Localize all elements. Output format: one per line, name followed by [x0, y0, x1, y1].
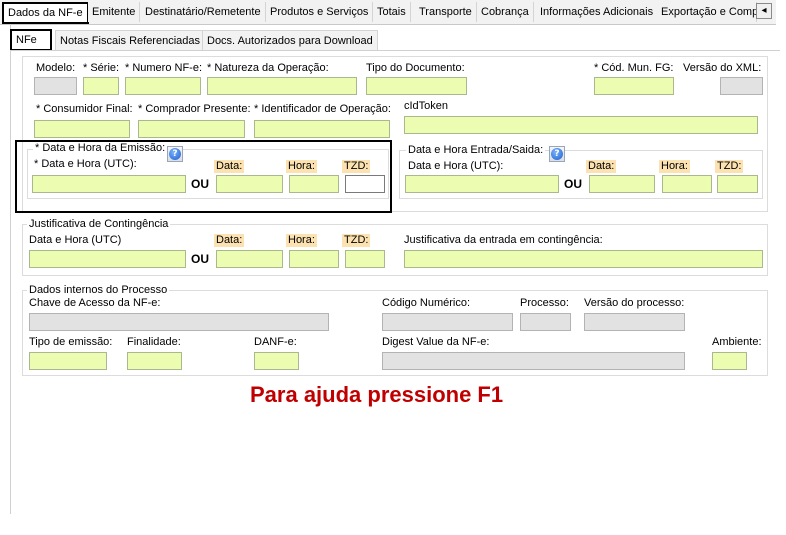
- contingencia-hora-label: Hora:: [286, 234, 317, 247]
- cid-token-field[interactable]: [404, 116, 758, 134]
- natureza-label: * Natureza da Operação:: [207, 62, 329, 74]
- tab-destinatario[interactable]: Destinatário/Remetente: [141, 2, 266, 22]
- emissao-tzd-label: TZD:: [342, 160, 371, 173]
- entrada-saida-data-field[interactable]: [589, 175, 655, 193]
- contingencia-hora-field[interactable]: [289, 250, 339, 268]
- tipo-emissao-label: Tipo de emissão:: [29, 336, 113, 348]
- contingencia-utc-field[interactable]: [29, 250, 186, 268]
- comprador-presente-label: * Comprador Presente:: [138, 103, 251, 115]
- codigo-numerico-field[interactable]: [382, 313, 513, 331]
- modelo-label: Modelo:: [36, 62, 76, 74]
- entrada-saida-tzd-label: TZD:: [715, 160, 744, 173]
- emissao-data-field[interactable]: [216, 175, 283, 193]
- cod-mun-label: * Cód. Mun. FG:: [594, 62, 674, 74]
- subtab-page-border: [10, 50, 780, 51]
- consumidor-final-field[interactable]: [34, 120, 130, 138]
- justificativa-field[interactable]: [404, 250, 763, 268]
- entrada-saida-utc-label: Data e Hora (UTC):: [408, 160, 504, 172]
- finalidade-label: Finalidade:: [127, 336, 181, 348]
- modelo-field[interactable]: [34, 77, 77, 95]
- subtab-nfe[interactable]: NFe: [10, 29, 52, 51]
- chave-acesso-label: Chave de Acesso da NF-e:: [29, 297, 161, 309]
- help-message: Para ajuda pressione F1: [250, 382, 504, 407]
- entrada-saida-help-button[interactable]: ?: [549, 146, 565, 162]
- ambiente-field[interactable]: [712, 352, 747, 370]
- digest-value-field[interactable]: [382, 352, 685, 370]
- finalidade-field[interactable]: [127, 352, 182, 370]
- serie-label: * Série:: [83, 62, 120, 74]
- tipo-documento-field[interactable]: [366, 77, 467, 95]
- ambiente-label: Ambiente:: [712, 336, 762, 348]
- arrow-left-icon: ◂: [761, 5, 767, 16]
- cod-mun-field[interactable]: [594, 77, 674, 95]
- cid-token-label: cIdToken: [404, 100, 449, 112]
- emissao-ou-label: OU: [191, 177, 209, 191]
- tab-totais[interactable]: Totais: [373, 2, 411, 22]
- versao-xml-field[interactable]: [720, 77, 763, 95]
- emissao-tzd-field[interactable]: [345, 175, 385, 193]
- emissao-help-button[interactable]: ?: [167, 146, 183, 162]
- tab-page-border: [10, 24, 11, 514]
- consumidor-final-label: * Consumidor Final:: [36, 103, 133, 115]
- contingencia-utc-label: Data e Hora (UTC): [29, 234, 122, 246]
- contingencia-tzd-label: TZD:: [342, 234, 371, 247]
- entrada-saida-hora-label: Hora:: [659, 160, 690, 173]
- help-icon: ?: [169, 148, 181, 160]
- danfe-label: DANF-e:: [254, 336, 297, 348]
- versao-processo-field[interactable]: [584, 313, 685, 331]
- subtab-notas-referenciadas[interactable]: Notas Fiscais Referenciadas: [55, 30, 206, 50]
- natureza-field[interactable]: [207, 77, 357, 95]
- contingencia-data-label: Data:: [214, 234, 245, 247]
- identificador-operacao-label: * Identificador de Operação:: [254, 103, 391, 115]
- contingencia-ou-label: OU: [191, 252, 209, 266]
- tab-exportacao[interactable]: Exportação e Compr: [657, 2, 757, 22]
- identificador-operacao-field[interactable]: [254, 120, 390, 138]
- numero-label: * Numero NF-e:: [125, 62, 203, 74]
- digest-value-label: Digest Value da NF-e:: [382, 336, 490, 348]
- entrada-saida-utc-field[interactable]: [405, 175, 559, 193]
- justificativa-label: Justificativa da entrada em contingência…: [404, 234, 603, 246]
- processo-label: Processo:: [520, 297, 569, 309]
- comprador-presente-field[interactable]: [138, 120, 245, 138]
- internos-title: Dados internos do Processo: [27, 284, 170, 297]
- tab-dados-nfe[interactable]: Dados da NF-e: [2, 2, 89, 24]
- contingencia-data-field[interactable]: [216, 250, 283, 268]
- entrada-saida-title: Data e Hora Entrada/Saida:: [406, 144, 546, 157]
- processo-field[interactable]: [520, 313, 571, 331]
- contingencia-tzd-field[interactable]: [345, 250, 385, 268]
- chave-acesso-field[interactable]: [29, 313, 329, 331]
- subtab-docs-autorizados[interactable]: Docs. Autorizados para Download: [202, 30, 378, 50]
- emissao-hora-label: Hora:: [286, 160, 317, 173]
- numero-field[interactable]: [125, 77, 201, 95]
- contingencia-title: Justificativa de Contingência: [27, 218, 171, 231]
- emissao-utc-field[interactable]: [32, 175, 186, 193]
- tab-cobranca[interactable]: Cobrança: [477, 2, 534, 22]
- entrada-saida-ou-label: OU: [564, 177, 582, 191]
- emissao-utc-label: * Data e Hora (UTC):: [34, 158, 137, 170]
- entrada-saida-hora-field[interactable]: [662, 175, 712, 193]
- tab-produtos[interactable]: Produtos e Serviços: [266, 2, 374, 22]
- tab-scroll-left-button[interactable]: ◂: [756, 3, 772, 19]
- danfe-field[interactable]: [254, 352, 299, 370]
- versao-processo-label: Versão do processo:: [584, 297, 685, 309]
- tab-transporte[interactable]: Transporte: [415, 2, 477, 22]
- tab-emitente[interactable]: Emitente: [88, 2, 141, 22]
- entrada-saida-data-label: Data:: [586, 160, 617, 173]
- codigo-numerico-label: Código Numérico:: [382, 297, 471, 309]
- entrada-saida-tzd-field[interactable]: [717, 175, 758, 193]
- tipo-emissao-field[interactable]: [29, 352, 107, 370]
- emissao-title: * Data e Hora da Emissão:: [33, 142, 168, 155]
- emissao-data-label: Data:: [214, 160, 245, 173]
- emissao-hora-field[interactable]: [289, 175, 339, 193]
- versao-xml-label: Versão do XML:: [683, 62, 762, 74]
- tipo-documento-label: Tipo do Documento:: [366, 62, 465, 74]
- serie-field[interactable]: [83, 77, 119, 95]
- help-icon: ?: [551, 148, 563, 160]
- tab-info-adicionais[interactable]: Informações Adicionais: [536, 2, 659, 22]
